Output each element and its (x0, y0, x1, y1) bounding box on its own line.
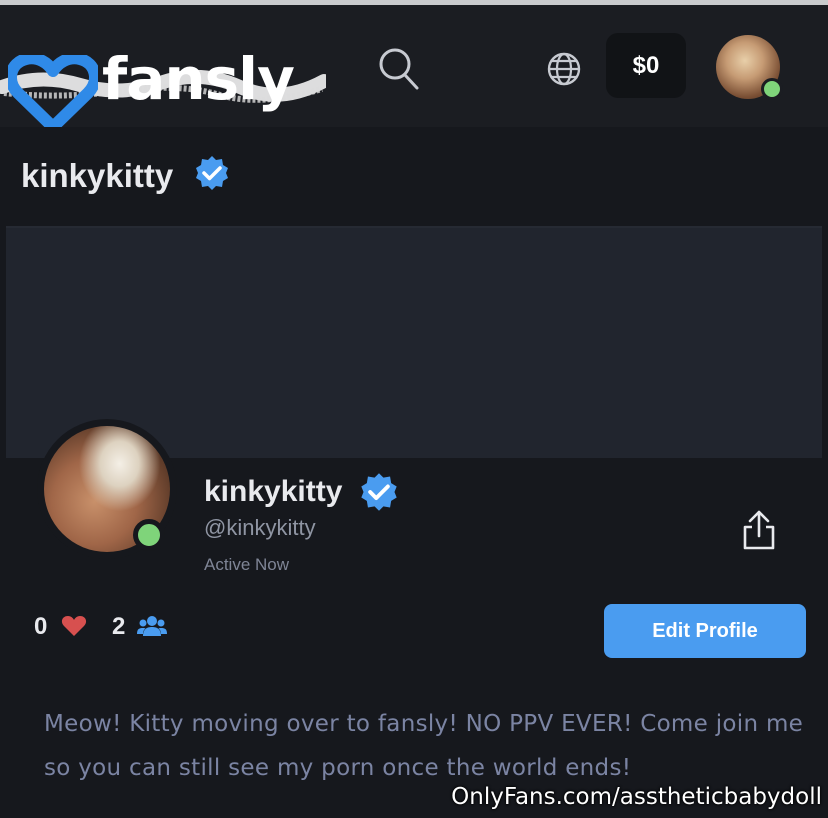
banner-edge (822, 226, 828, 458)
share-icon[interactable] (738, 508, 780, 552)
watermark-text: OnlyFans.com/asstheticbabydoll (451, 784, 822, 810)
profile-active-status: Active Now (204, 555, 290, 574)
likes-count: 0 (34, 613, 48, 640)
fansly-profile-page: fansly $0 kinkykitty kinkykitty @kinkyki… (0, 0, 828, 818)
profile-bio: Meow! Kitty moving over to fansly! NO PP… (44, 711, 804, 781)
verified-badge-icon (196, 156, 228, 190)
page-title: kinkykitty (21, 157, 174, 194)
search-icon[interactable] (376, 43, 422, 93)
globe-icon[interactable] (544, 49, 584, 89)
top-navigation-bar: fansly $0 (0, 5, 828, 133)
profile-subheader: kinkykitty (0, 127, 828, 224)
verified-badge-icon (361, 473, 397, 511)
followers-count: 2 (112, 613, 126, 640)
heart-icon (61, 616, 87, 636)
fansly-heart-icon (8, 55, 98, 133)
logo-text: fansly (102, 45, 295, 113)
profile-handle: @kinkykitty (204, 515, 316, 540)
online-indicator (761, 78, 783, 100)
fansly-logo[interactable]: fansly (0, 25, 330, 133)
people-icon (137, 616, 167, 636)
user-avatar-menu[interactable] (716, 35, 783, 100)
wallet-balance-button[interactable]: $0 (606, 33, 686, 98)
profile-display-name: kinkykitty (204, 475, 343, 508)
edit-profile-button[interactable]: Edit Profile (604, 604, 806, 658)
profile-online-indicator (133, 519, 165, 551)
